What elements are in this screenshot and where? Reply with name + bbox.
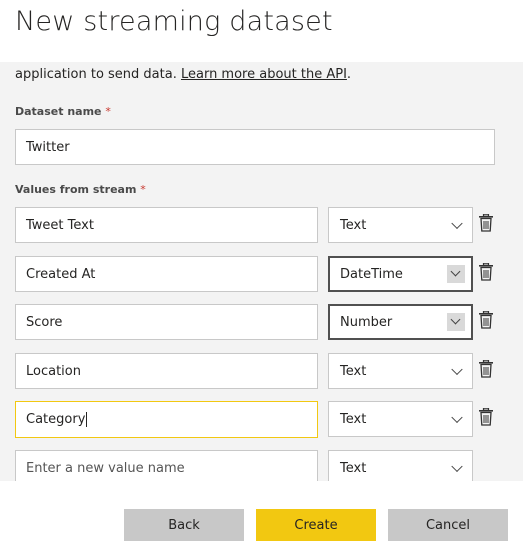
value-name-input[interactable]: Tweet Text bbox=[15, 207, 318, 243]
value-name-text: Location bbox=[26, 363, 81, 379]
intro-text: application to send data. Learn more abo… bbox=[15, 65, 351, 85]
value-type-text: Text bbox=[340, 363, 367, 379]
value-name-text: Created At bbox=[26, 266, 96, 282]
dataset-name-label-text: Dataset name bbox=[15, 105, 102, 118]
text-caret bbox=[86, 412, 88, 427]
value-type-text: Text bbox=[340, 411, 367, 427]
chevron-down-icon bbox=[451, 363, 463, 376]
new-value-name-input[interactable]: Enter a new value name bbox=[15, 450, 318, 481]
learn-more-api-link[interactable]: Learn more about the API bbox=[181, 67, 347, 82]
value-name-text: Category bbox=[26, 412, 86, 427]
value-type-text: Text bbox=[340, 460, 367, 476]
form-panel: application to send data. Learn more abo… bbox=[0, 62, 523, 481]
cancel-button[interactable]: Cancel bbox=[388, 509, 508, 541]
required-mark: * bbox=[140, 183, 146, 196]
new-value-type-select[interactable]: Text bbox=[328, 450, 473, 481]
dialog-title: New streaming dataset bbox=[15, 6, 333, 37]
required-mark: * bbox=[105, 105, 111, 118]
trash-icon[interactable] bbox=[478, 408, 494, 426]
value-type-select[interactable]: DateTime bbox=[328, 256, 473, 292]
value-type-select[interactable]: Text bbox=[328, 401, 473, 437]
intro-text-body: application to send data. bbox=[15, 67, 181, 82]
values-from-stream-label: Values from stream * bbox=[15, 183, 146, 196]
value-type-text: Number bbox=[340, 314, 393, 330]
intro-text-end: . bbox=[346, 67, 352, 82]
value-type-select[interactable]: Text bbox=[328, 207, 473, 243]
value-type-select[interactable]: Number bbox=[328, 304, 473, 340]
value-name-input[interactable]: Category bbox=[15, 401, 318, 438]
trash-icon[interactable] bbox=[478, 263, 494, 281]
back-button[interactable]: Back bbox=[124, 509, 244, 541]
chevron-down-icon bbox=[451, 460, 463, 473]
value-name-input[interactable]: Score bbox=[15, 304, 318, 340]
value-type-text: DateTime bbox=[340, 266, 403, 282]
create-button[interactable]: Create bbox=[256, 509, 376, 541]
dataset-name-input[interactable]: Twitter bbox=[15, 129, 495, 165]
trash-icon[interactable] bbox=[478, 360, 494, 378]
value-name-text: Score bbox=[26, 314, 63, 330]
trash-icon[interactable] bbox=[478, 214, 494, 232]
values-label-text: Values from stream bbox=[15, 183, 137, 196]
value-type-text: Text bbox=[340, 217, 367, 233]
chevron-down-icon bbox=[451, 411, 463, 424]
value-type-select[interactable]: Text bbox=[328, 353, 473, 389]
value-name-input[interactable]: Location bbox=[15, 353, 318, 389]
chevron-down-icon bbox=[447, 313, 465, 331]
dataset-name-label: Dataset name * bbox=[15, 105, 111, 118]
trash-icon[interactable] bbox=[478, 311, 494, 329]
dataset-name-value: Twitter bbox=[26, 139, 70, 155]
value-name-input[interactable]: Created At bbox=[15, 256, 318, 292]
new-value-placeholder: Enter a new value name bbox=[26, 460, 185, 476]
chevron-down-icon bbox=[447, 265, 465, 283]
value-name-text: Tweet Text bbox=[26, 217, 94, 233]
chevron-down-icon bbox=[451, 217, 463, 230]
